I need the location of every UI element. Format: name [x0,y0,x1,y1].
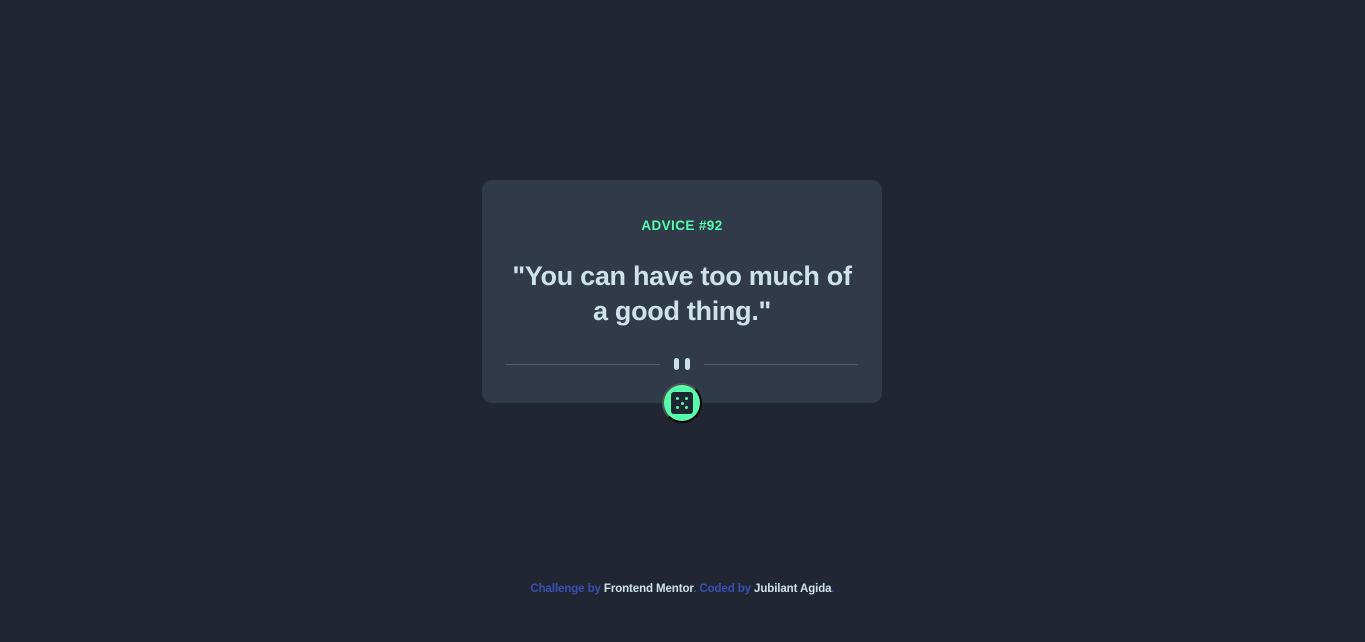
challenge-prefix: Challenge by [530,583,601,595]
separator: . [693,583,697,595]
divider-line-right [704,364,858,365]
coded-prefix: Coded by [699,583,751,595]
advice-quote: "You can have too much of a good thing." [512,261,852,326]
divider-line-left [506,364,660,365]
frontend-mentor-link[interactable]: Frontend Mentor [604,583,693,595]
dice-icon [671,392,693,414]
author-link[interactable]: Jubilant Agida [754,583,832,595]
advice-card: ADVICE #92 "You can have too much of a g… [482,180,882,403]
end-dot: . [831,583,835,595]
new-advice-button[interactable] [662,383,702,423]
advice-id: ADVICE #92 [641,218,723,233]
pause-icon [673,358,691,370]
attribution: Challenge by Frontend Mentor. Coded by J… [0,583,1365,595]
pattern-divider [506,358,858,370]
